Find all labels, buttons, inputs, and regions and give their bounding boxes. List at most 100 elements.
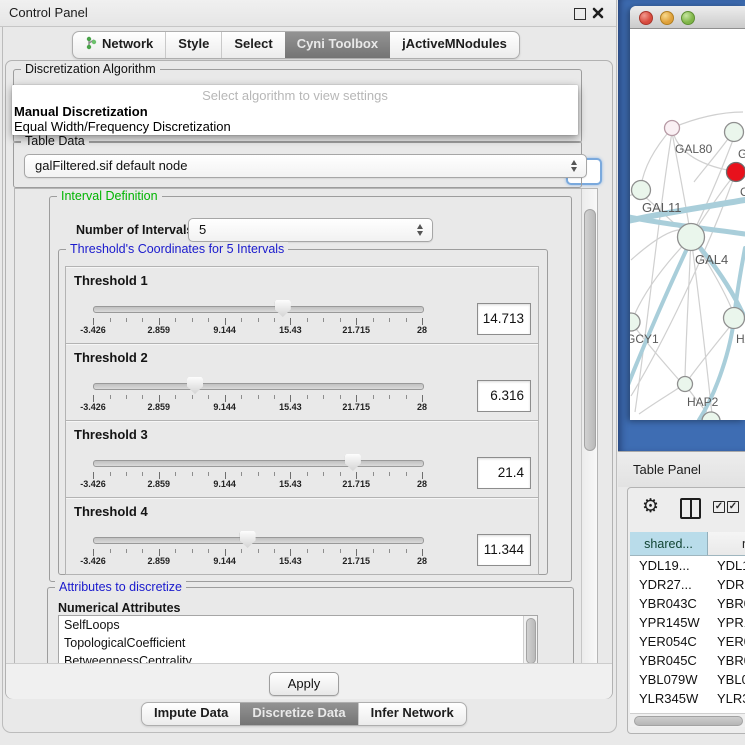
tab-style[interactable]: Style — [165, 32, 221, 58]
node-label-hap2: HAP2 — [687, 395, 719, 409]
tab-jactivemnodules[interactable]: jActiveMNodules — [390, 32, 519, 58]
numerical-attributes-list[interactable]: SelfLoops TopologicalCoefficient Between… — [58, 615, 538, 665]
discretization-algorithm-group-label: Discretization Algorithm — [21, 62, 160, 76]
table-row[interactable]: YBR045CYBR0 — [630, 651, 745, 670]
cyni-toolbox-panel: Discretization Algorithm Table Data galF… — [5, 60, 613, 699]
threshold-3-value-field[interactable]: 21.4 — [477, 457, 531, 489]
table-panel-body: ⚙ ✓ ✓ shared... n YDL19...YDL1 YDR27...Y… — [627, 487, 745, 734]
table-row[interactable]: YBR043CYBR0 — [630, 594, 745, 613]
interval-definition-group-label: Interval Definition — [57, 189, 162, 203]
table-data-group-label: Table Data — [21, 134, 89, 148]
tab-network[interactable]: Network — [73, 32, 165, 58]
node-label-partial-c: C — [740, 185, 745, 199]
threshold-1-panel: Threshold 1 -3.4262.8599.14415.4321.7152… — [65, 266, 539, 344]
interval-definition-group: Interval Definition Number of Intervals … — [49, 196, 572, 582]
application-root: Control Panel Network Style Select Cyni … — [0, 0, 745, 745]
tab-discretize-data[interactable]: Discretize Data — [240, 703, 357, 725]
settings-scroll-area: Interval Definition Number of Intervals … — [14, 188, 598, 665]
scrollbar-thumb[interactable] — [584, 209, 596, 451]
number-of-intervals-spinner[interactable]: 5 — [188, 218, 433, 242]
control-panel-titlebar: Control Panel — [0, 0, 616, 27]
gear-icon[interactable]: ⚙ — [642, 495, 659, 517]
network-icon — [85, 34, 97, 58]
table-panel-title: Table Panel — [633, 452, 701, 487]
tab-infer-network[interactable]: Infer Network — [358, 703, 466, 725]
algorithm-option-manual[interactable]: Manual Discretization — [14, 104, 148, 119]
window-minimize-button[interactable] — [660, 11, 674, 25]
column-header-name[interactable]: n — [708, 532, 745, 555]
node-label-gal11: GAL11 — [642, 200, 682, 215]
threshold-4-ticks — [66, 498, 538, 574]
thresholds-group: Threshold's Coordinates for 5 Intervals … — [58, 249, 548, 575]
node-top-right[interactable] — [725, 123, 744, 142]
checkbox-icon[interactable]: ✓ — [713, 501, 725, 513]
float-window-icon[interactable] — [574, 8, 586, 20]
checkbox-icon[interactable]: ✓ — [727, 501, 739, 513]
node-gal11[interactable] — [632, 181, 651, 200]
threshold-2-panel: Threshold 2 -3.4262.8599.14415.4321.7152… — [65, 343, 539, 421]
threshold-1-value-field[interactable]: 14.713 — [477, 303, 531, 335]
combobox-arrows-icon — [571, 159, 578, 173]
node-attribute-table[interactable]: shared... n YDL19...YDL1 YDR27...YDR2 YB… — [630, 532, 745, 713]
node-hap2[interactable] — [678, 377, 693, 392]
network-window: GAL80 GA GAL11 C GAL4 GCY1 HA HAP2 — [630, 6, 745, 420]
algorithm-dropdown-popup: Select algorithm to view settings Manual… — [12, 85, 578, 135]
tab-select[interactable]: Select — [221, 32, 284, 58]
table-row[interactable]: YBL079WYBL0 — [630, 670, 745, 689]
node-gal4[interactable] — [678, 224, 705, 251]
node-red-selected[interactable] — [727, 163, 745, 182]
table-data-combobox[interactable]: galFiltered.sif default node — [24, 154, 587, 178]
node-gcy1[interactable] — [630, 313, 640, 331]
scrollbar-thumb[interactable] — [526, 618, 536, 664]
column-header-shared-name[interactable]: shared... — [630, 532, 708, 555]
scrollbar-thumb[interactable] — [634, 716, 743, 726]
cyni-bottom-tab-bar: Impute Data Discretize Data Infer Networ… — [141, 702, 467, 726]
attributes-group: Attributes to discretize Numerical Attri… — [47, 587, 574, 665]
node-label-gal80: GAL80 — [675, 142, 713, 156]
control-panel-title: Control Panel — [9, 0, 88, 26]
table-row[interactable]: YDR27...YDR2 — [630, 575, 745, 594]
node-right-mid[interactable] — [724, 308, 745, 329]
settings-vertical-scrollbar[interactable] — [581, 189, 597, 664]
node-label-gcy1: GCY1 — [630, 332, 659, 346]
number-of-intervals-value: 5 — [199, 219, 206, 241]
threshold-3-panel: Threshold 3 -3.4262.8599.14415.4321.7152… — [65, 420, 539, 498]
table-data-group: Table Data galFiltered.sif default node — [13, 141, 582, 188]
table-panel-titlebar: Table Panel — [618, 451, 745, 487]
spinner-arrows-icon — [417, 223, 424, 237]
node-label-partial-h: HA — [736, 332, 745, 346]
list-item[interactable]: TopologicalCoefficient — [59, 634, 537, 652]
network-graph: GAL80 GA GAL11 C GAL4 GCY1 HA HAP2 — [630, 29, 745, 420]
node-label-gal4: GAL4 — [695, 252, 728, 267]
threshold-1-ticks — [66, 267, 538, 343]
node-gal80[interactable] — [665, 121, 680, 136]
apply-button[interactable]: Apply — [269, 672, 339, 696]
window-close-button[interactable] — [639, 11, 653, 25]
threshold-4-panel: Threshold 4 -3.4262.8599.14415.4321.7152… — [65, 497, 539, 575]
threshold-4-value-field[interactable]: 11.344 — [477, 534, 531, 566]
tab-cyni-toolbox[interactable]: Cyni Toolbox — [285, 32, 390, 58]
attributes-list-scrollbar[interactable] — [523, 616, 537, 665]
number-of-intervals-label: Number of Intervals — [76, 223, 193, 237]
threshold-2-ticks — [66, 344, 538, 420]
table-row[interactable]: YER054CYER0 — [630, 632, 745, 651]
threshold-3-ticks — [66, 421, 538, 497]
window-zoom-button[interactable] — [681, 11, 695, 25]
table-row[interactable]: YDL19...YDL1 — [630, 556, 745, 575]
table-header-row: shared... n — [630, 532, 745, 556]
tab-network-label: Network — [102, 36, 153, 51]
numerical-attributes-label: Numerical Attributes — [58, 601, 180, 615]
table-row[interactable]: YLR345WYLR3 — [630, 689, 745, 708]
table-horizontal-scrollbar[interactable] — [630, 713, 745, 727]
tab-impute-data[interactable]: Impute Data — [142, 703, 240, 725]
attributes-group-label: Attributes to discretize — [55, 580, 186, 594]
list-item[interactable]: SelfLoops — [59, 616, 537, 634]
algorithm-option-equal-width[interactable]: Equal Width/Frequency Discretization — [14, 119, 231, 134]
node-label-partial-ga: GA — [738, 147, 745, 161]
table-row[interactable]: YPR145WYPR1 — [630, 613, 745, 632]
algorithm-placeholder-option[interactable]: Select algorithm to view settings — [12, 88, 578, 103]
split-columns-icon[interactable] — [680, 498, 701, 519]
network-canvas[interactable]: GAL80 GA GAL11 C GAL4 GCY1 HA HAP2 — [630, 29, 745, 420]
close-icon[interactable] — [592, 7, 604, 19]
threshold-2-value-field[interactable]: 6.316 — [477, 380, 531, 412]
